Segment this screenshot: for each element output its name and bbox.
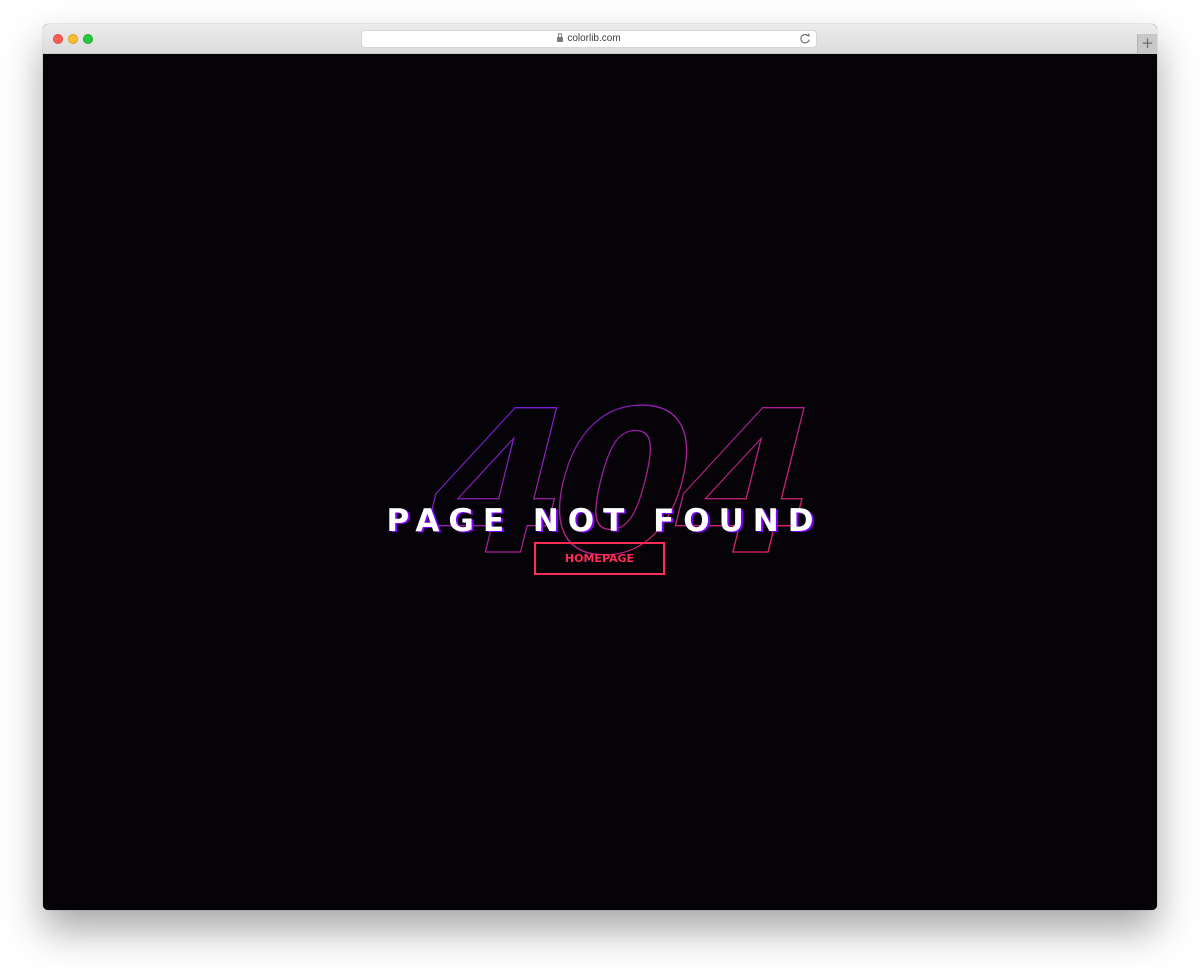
url-display: colorlib.com bbox=[362, 31, 816, 47]
minimize-window-button[interactable] bbox=[68, 34, 78, 44]
page-not-found-heading: PAGE NOT FOUND bbox=[386, 503, 823, 539]
maximize-window-button[interactable] bbox=[83, 34, 93, 44]
page-content: 404 PAGE NOT FOUND HOMEPAGE bbox=[43, 54, 1157, 910]
lock-icon bbox=[557, 33, 564, 42]
browser-window: colorlib.com + 404 PAGE NOT FOUND HOMEPA… bbox=[43, 24, 1157, 910]
reload-icon[interactable] bbox=[798, 32, 812, 46]
browser-titlebar: colorlib.com + bbox=[43, 24, 1157, 54]
url-text: colorlib.com bbox=[567, 33, 621, 44]
homepage-button[interactable]: HOMEPAGE bbox=[534, 542, 665, 575]
address-bar[interactable]: colorlib.com bbox=[361, 30, 817, 48]
new-tab-button[interactable]: + bbox=[1137, 34, 1157, 54]
not-found-section: 404 PAGE NOT FOUND HOMEPAGE bbox=[43, 54, 1157, 910]
close-window-button[interactable] bbox=[53, 34, 63, 44]
